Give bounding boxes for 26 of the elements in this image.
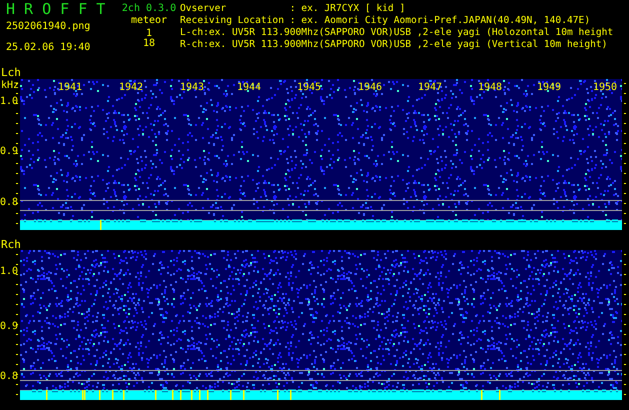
time-label: 1943 xyxy=(180,82,204,93)
channel-label: Lch xyxy=(1,66,21,79)
file-name: 2502061940.png xyxy=(6,21,92,33)
unit-label: kHz xyxy=(1,80,20,91)
station-info-line: R-ch:ex. UV5R 113.900Mhz(SAPPORO VOR)USB ,2-ele yagi (Vertical 10m height) xyxy=(180,39,608,51)
frequency-label: 0.9 xyxy=(0,321,18,332)
time-label: 1950 xyxy=(593,82,618,93)
channel-label: Rch xyxy=(1,238,21,251)
meteor-count: 1 xyxy=(146,29,152,39)
station-info-line: Ovserver : ex. JR7CYX [ kid ] xyxy=(180,3,406,15)
time-label: 1945 xyxy=(297,82,322,93)
meteor-label: meteor xyxy=(130,15,168,27)
frequency-label: 1.0 xyxy=(0,96,18,107)
app-title: H R O F F T xyxy=(6,1,106,17)
frequency-label: 0.8 xyxy=(0,371,18,382)
frequency-label: 0.8 xyxy=(0,197,18,208)
frequency-label: 1.0 xyxy=(0,266,18,277)
time-label: 1949 xyxy=(537,82,562,93)
time-label: 1944 xyxy=(237,82,262,93)
station-info-line: L-ch:ex. UV5R 113.900Mhz(SAPPORO VOR)USB ,2-ele yagi (Holozontal 10m height xyxy=(180,27,614,39)
frequency-label: 0.9 xyxy=(0,146,18,157)
version-label: 2ch 0.3.0 xyxy=(122,2,176,15)
meteor-count: 18 xyxy=(142,39,156,49)
station-info-line: Receiving Location : ex. Aomori City Aomori-Pref.JAPAN(40.49N, 140.47E) xyxy=(180,15,592,27)
time-label: 1948 xyxy=(478,82,502,93)
timestamp: 25.02.06 19:40 xyxy=(6,42,92,54)
